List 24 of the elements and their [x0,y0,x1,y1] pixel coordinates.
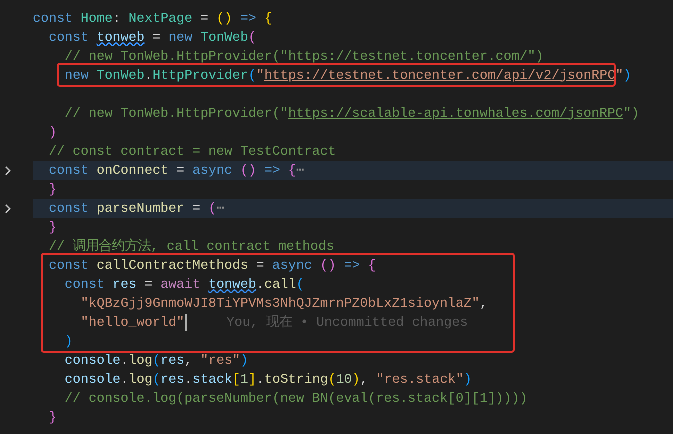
chevron-right-icon[interactable] [3,164,13,176]
git-blame-annotation: You, 现在 • Uncommitted changes [226,314,468,332]
code-text: const callContractMethods = async () => { [48,256,376,275]
code-text: "hello_world" [80,314,185,332]
code-text: const onConnect = async () => {⋯ [48,162,304,180]
code-text: } [48,180,57,199]
code-text: // new TonWeb.HttpProvider("https://scalable-api.tonwhales.com/jsonRPC") [64,104,640,123]
code-text: } [48,218,57,237]
code-text: ) [48,124,57,142]
code-text: console.log(res, "res") [64,352,249,370]
code-text: // const contract = new TestContract [48,142,336,161]
code-text: const tonweb = new TonWeb( [48,28,256,47]
code-text: const Home: NextPage = () => { [33,10,272,28]
chevron-right-icon[interactable] [3,202,13,214]
code-text: // 调用合约方法, call contract methods [48,238,334,256]
code-text: ) [64,332,73,351]
code-text: new TonWeb.HttpProvider("https://testnet.toncenter.com/api/v2/jsonRPC") [64,66,632,85]
code-text: // new TonWeb.HttpProvider("https://testnet.toncenter.com/") [64,48,544,66]
code-text: const parseNumber = (⋯ [48,200,225,218]
code-text: } [48,408,57,427]
code-text: "kQBzGjj9GnmoWJI8TiYPVMs3NhQJZmrnPZ0bLxZ1sioynlaZ", [80,294,488,313]
code-text: console.log(res.stack[1].toString(10), "res.stack") [64,370,472,389]
code-text: const res = await tonweb.call( [64,276,304,294]
code-text: // console.log(parseNumber(new BN(eval(res.stack[0][1])))) [64,390,528,408]
